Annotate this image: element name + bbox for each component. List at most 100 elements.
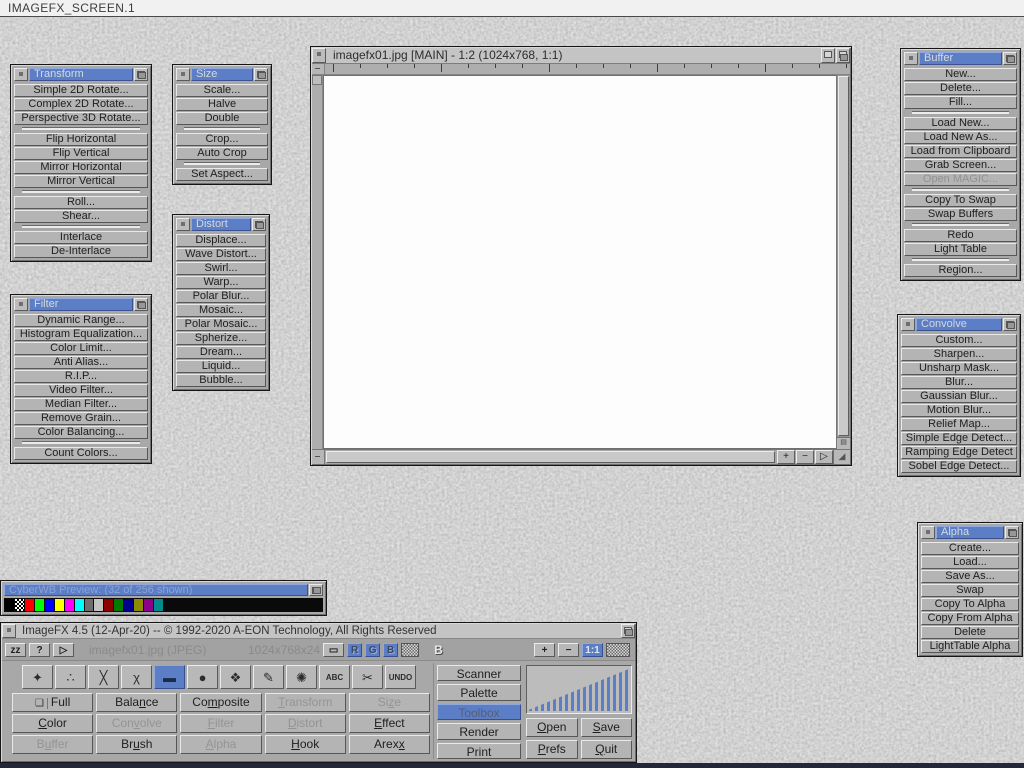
arexx-button[interactable]: Arexx — [349, 735, 430, 754]
open-button[interactable]: Open — [526, 718, 578, 737]
brush-tool[interactable]: ✎ — [253, 665, 284, 689]
delete-button[interactable]: Delete — [921, 626, 1019, 639]
vertical-scroll-thumb[interactable] — [838, 76, 849, 436]
blue-channel-toggle[interactable]: B — [383, 643, 398, 657]
depth-gadget[interactable] — [134, 298, 148, 311]
scale-button[interactable]: Scale... — [176, 84, 268, 97]
palette-swatch[interactable] — [204, 599, 213, 611]
scissors-tool[interactable]: ✂ — [352, 665, 383, 689]
color-balancing-button[interactable]: Color Balancing... — [14, 426, 148, 439]
zoom-out-button[interactable]: − — [558, 643, 579, 657]
palette-swatch[interactable] — [5, 599, 14, 611]
depth-gadget[interactable] — [1003, 318, 1017, 331]
depth-gadget[interactable] — [309, 584, 323, 596]
swirl-button[interactable]: Swirl... — [176, 262, 266, 275]
screen-title-bar[interactable]: IMAGEFX_SCREEN.1 — [0, 0, 1024, 17]
lighttable-alpha-button[interactable]: LightTable Alpha — [921, 640, 1019, 653]
left-corner-gadget[interactable] — [312, 75, 322, 85]
window-title-bar[interactable]: Buffer — [904, 52, 1017, 65]
save-button[interactable]: Save — [581, 718, 633, 737]
displace-button[interactable]: Displace... — [176, 234, 266, 247]
redo-button[interactable]: Redo — [904, 229, 1017, 242]
depth-gadget[interactable] — [1005, 526, 1019, 539]
zoom-gadget[interactable] — [821, 48, 835, 63]
render-button[interactable]: Render — [437, 723, 521, 739]
image-window-title-bar[interactable]: imagefx01.jpg [MAIN] - 1:2 (1024x768, 1:… — [312, 48, 850, 64]
curve-tool[interactable]: χ — [121, 665, 152, 689]
load-button[interactable]: Load... — [921, 556, 1019, 569]
palette-swatch[interactable] — [114, 599, 123, 611]
save-as-button[interactable]: Save As... — [921, 570, 1019, 583]
airbrush-tool[interactable]: ✺ — [286, 665, 317, 689]
load-from-clipboard-button[interactable]: Load from Clipboard — [904, 145, 1017, 158]
interlace-button[interactable]: Interlace — [14, 231, 148, 244]
palette-swatch[interactable] — [134, 599, 143, 611]
horizontal-scroll-thumb[interactable] — [326, 451, 775, 463]
vertical-scrollbar[interactable]: ▤ — [836, 75, 850, 449]
video-filter-button[interactable]: Video Filter... — [14, 384, 148, 397]
palette-swatch[interactable] — [65, 599, 74, 611]
panel-gadget-icon[interactable]: ▤ — [837, 437, 850, 449]
undo-button[interactable]: UNDO — [385, 665, 416, 689]
close-gadget[interactable] — [14, 68, 28, 81]
region-button[interactable]: Region... — [904, 264, 1017, 277]
scanner-button[interactable]: Scanner — [437, 665, 521, 681]
simple-edge-detect-button[interactable]: Simple Edge Detect... — [901, 432, 1017, 445]
close-gadget[interactable] — [14, 298, 28, 311]
motion-blur-button[interactable]: Motion Blur... — [901, 404, 1017, 417]
copy-to-alpha-button[interactable]: Copy To Alpha — [921, 598, 1019, 611]
palette-swatch[interactable] — [45, 599, 54, 611]
depth-gadget[interactable] — [621, 624, 635, 638]
polar-mosaic-button[interactable]: Polar Mosaic... — [176, 318, 266, 331]
new-button[interactable]: New... — [904, 68, 1017, 81]
blur-button[interactable]: Blur... — [901, 376, 1017, 389]
palette-swatch[interactable] — [124, 599, 133, 611]
text-tool[interactable]: ABC — [319, 665, 350, 689]
window-title-bar[interactable]: Filter — [14, 298, 148, 311]
double-button[interactable]: Double — [176, 112, 268, 125]
pan-button[interactable]: ▷ — [815, 450, 833, 464]
palette-swatch[interactable] — [94, 599, 103, 611]
grab-screen-button[interactable]: Grab Screen... — [904, 159, 1017, 172]
palette-swatch[interactable] — [313, 599, 322, 611]
palette-swatch[interactable] — [234, 599, 243, 611]
window-title-bar[interactable]: Alpha — [921, 526, 1019, 539]
palette-swatch[interactable] — [154, 599, 163, 611]
depth-gadget[interactable] — [134, 68, 148, 81]
zoom-out-button[interactable]: − — [796, 450, 814, 464]
window-title-bar[interactable]: Transform — [14, 68, 148, 81]
remove-grain-button[interactable]: Remove Grain... — [14, 412, 148, 425]
close-gadget[interactable] — [901, 318, 915, 331]
de-interlace-button[interactable]: De-Interlace — [14, 245, 148, 258]
palette-swatch[interactable] — [164, 599, 173, 611]
polar-blur-button[interactable]: Polar Blur... — [176, 290, 266, 303]
prefs-button[interactable]: Prefs — [526, 740, 578, 759]
palette-button[interactable]: Palette — [437, 684, 521, 700]
brush-button[interactable]: Brush — [96, 735, 177, 754]
palette-swatch[interactable] — [55, 599, 64, 611]
swap-buffers-button[interactable]: Swap Buffers — [904, 208, 1017, 221]
quit-button[interactable]: Quit — [581, 740, 633, 759]
load-new-button[interactable]: Load New... — [904, 117, 1017, 130]
histogram-equalization-button[interactable]: Histogram Equalization... — [14, 328, 148, 341]
depth-gadget[interactable] — [836, 48, 850, 63]
relief-map-button[interactable]: Relief Map... — [901, 418, 1017, 431]
zoom-ratio-button[interactable]: 1:1 — [582, 643, 603, 657]
palette-swatch[interactable] — [303, 599, 312, 611]
set-aspect-button[interactable]: Set Aspect... — [176, 168, 268, 181]
depth-gadget[interactable] — [254, 68, 268, 81]
dynamic-range-button[interactable]: Dynamic Range... — [14, 314, 148, 327]
window-title-bar[interactable]: CyberWB Preview: (32 of 256 shown) — [4, 584, 323, 596]
palette-swatch[interactable] — [25, 599, 34, 611]
toolbox-title-bar[interactable]: ImageFX 4.5 (12-Apr-20) -- © 1992-2020 A… — [2, 624, 635, 639]
freehand-tool[interactable]: ∴ — [55, 665, 86, 689]
palette-swatch[interactable] — [214, 599, 223, 611]
palette-swatch[interactable] — [283, 599, 292, 611]
zoom-in-button[interactable]: + — [534, 643, 555, 657]
close-gadget[interactable] — [312, 48, 326, 63]
window-title-bar[interactable]: Size — [176, 68, 268, 81]
oval-tool[interactable]: ● — [187, 665, 218, 689]
palette-swatch[interactable] — [174, 599, 183, 611]
fill-button[interactable]: Fill... — [904, 96, 1017, 109]
mirror-horizontal-button[interactable]: Mirror Horizontal — [14, 161, 148, 174]
